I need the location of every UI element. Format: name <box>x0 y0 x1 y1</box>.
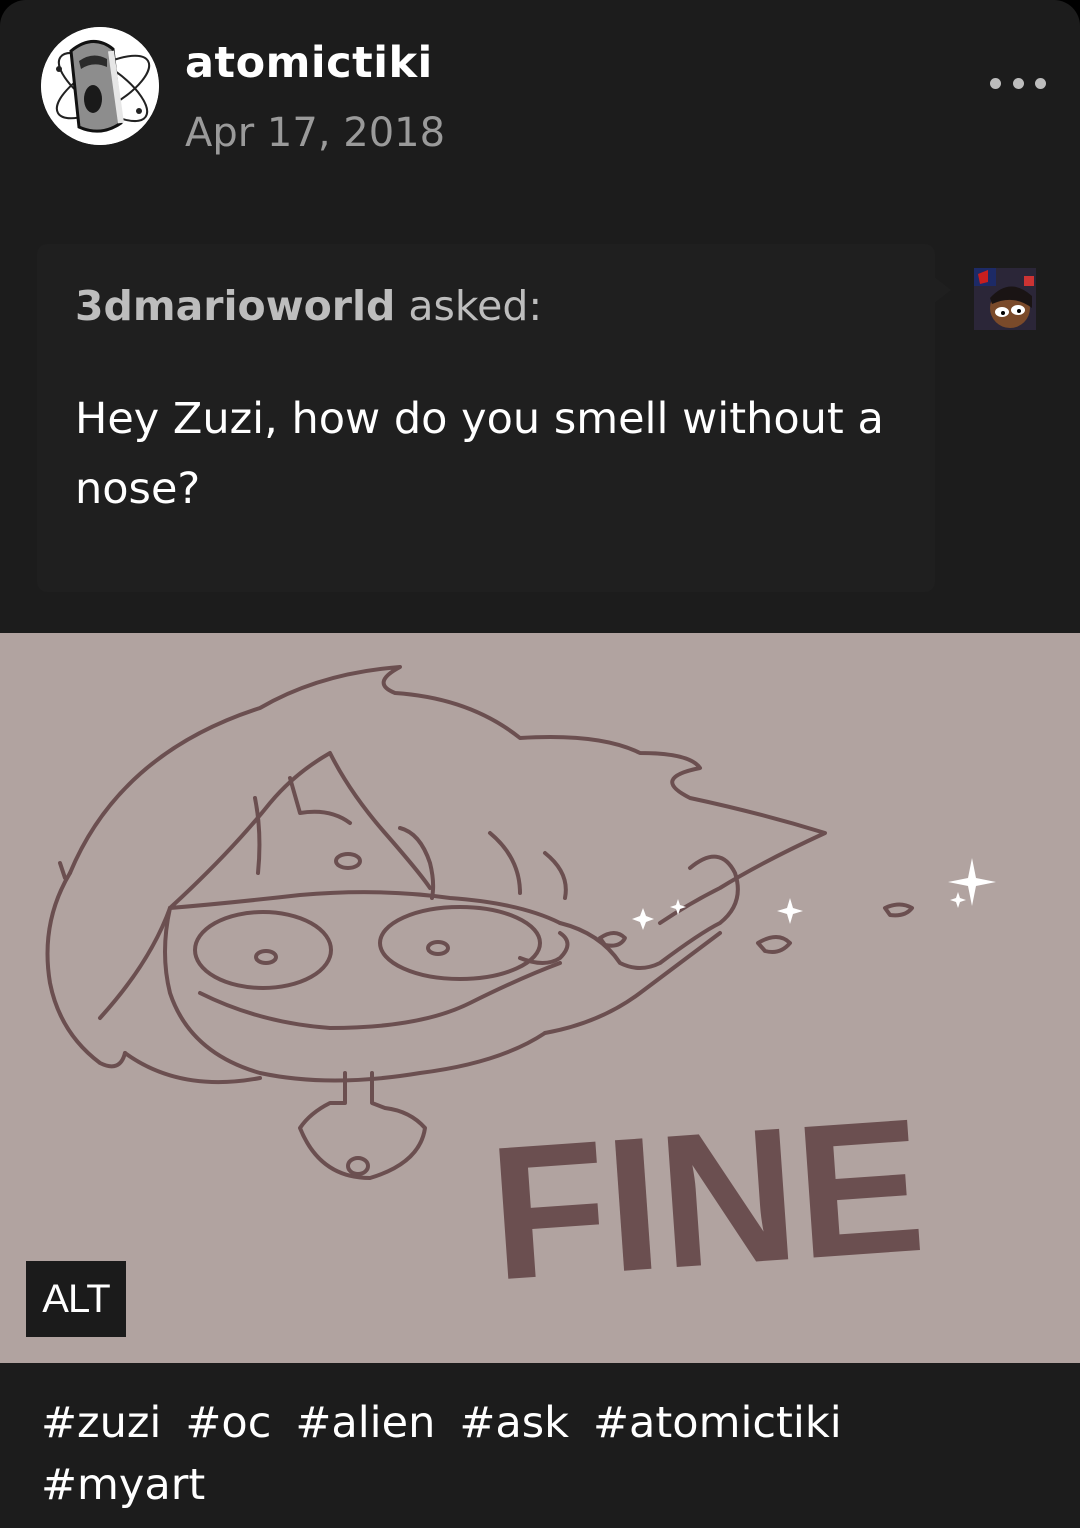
more-options-button[interactable] <box>990 66 1046 100</box>
tag-ask[interactable]: #ask <box>459 1392 569 1454</box>
ellipsis-dot <box>1012 77 1024 89</box>
ellipsis-icon <box>990 77 1001 89</box>
tag-zuzi[interactable]: #zuzi <box>41 1392 161 1454</box>
post-card: atomictiki Apr 17, 2018 3dmarioworld ask… <box>0 0 1080 1528</box>
asker-name[interactable]: 3dmarioworld <box>75 282 395 330</box>
post-username[interactable]: atomictiki <box>185 38 433 88</box>
tag-alien[interactable]: #alien <box>295 1392 435 1454</box>
ask-bubble-tail <box>933 276 951 304</box>
moai-avatar-icon <box>41 27 159 145</box>
post-image[interactable]: FINE ALT <box>0 633 1080 1363</box>
fine-text: FINE <box>484 1079 931 1321</box>
tag-atomictiki[interactable]: #atomictiki <box>593 1392 842 1454</box>
user-avatar[interactable] <box>41 27 159 145</box>
tag-oc[interactable]: #oc <box>185 1392 271 1454</box>
ask-question: Hey Zuzi, how do you smell without a nos… <box>75 394 884 514</box>
ellipsis-dot <box>1035 77 1046 89</box>
asker-avatar[interactable] <box>974 268 1036 330</box>
asked-label: asked: <box>395 282 543 330</box>
asker-line: 3dmarioworld asked: <box>75 282 542 330</box>
zuzi-illustration: FINE <box>45 665 996 1321</box>
tag-list: #zuzi #oc #alien #ask #atomictiki #myart <box>41 1392 1041 1516</box>
ask-box: 3dmarioworld asked: Hey Zuzi, how do you… <box>37 244 935 592</box>
post-date: Apr 17, 2018 <box>185 110 446 156</box>
tag-myart[interactable]: #myart <box>41 1454 205 1516</box>
asker-avatar-icon <box>974 268 1036 330</box>
alt-text-button[interactable]: ALT <box>26 1261 126 1337</box>
